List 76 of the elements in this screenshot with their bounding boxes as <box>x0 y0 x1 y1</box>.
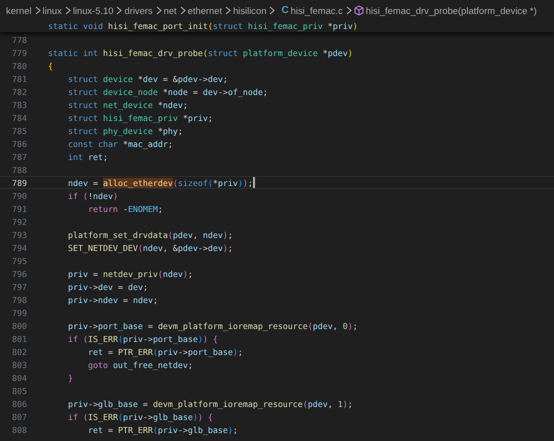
line-number: 797 <box>11 282 27 292</box>
code-line: goto out_free_netdev; <box>86 359 193 370</box>
breadcrumb-item[interactable]: kernel <box>6 4 32 16</box>
line-number: 789 <box>11 178 27 188</box>
chevron-icon <box>34 6 41 14</box>
chevron-icon <box>116 6 122 14</box>
code-line: if (IS_ERR(priv->glb_base)) { <box>66 411 213 422</box>
line-number: 781 <box>11 74 27 84</box>
breadcrumb-item[interactable]: hisi_femac.c <box>290 4 343 16</box>
breadcrumb-item[interactable]: linux-5.10 <box>72 4 114 16</box>
chevron-icon <box>180 6 186 14</box>
code-line: static int hisi_femac_drv_probe(struct platform_device *pdev) <box>48 47 353 58</box>
line-number: 806 <box>11 398 27 408</box>
line-number: 788 <box>11 164 27 174</box>
code-line: { <box>48 60 53 71</box>
breadcrumb-item[interactable]: ethernet <box>188 4 222 16</box>
line-number: 792 <box>11 216 27 226</box>
code-line: } <box>66 372 73 383</box>
breadcrumb-item[interactable]: linux <box>42 4 62 16</box>
code-line: if (!ndev) <box>66 190 118 201</box>
line-number: 793 <box>11 230 27 240</box>
code-line: priv = netdev_priv(ndev); <box>66 268 193 279</box>
line-number: 784 <box>11 112 27 122</box>
line-number: 778 <box>11 34 27 44</box>
code-line: priv->port_base = devm_platform_ioremap_resource(pdev, 0); <box>66 320 358 331</box>
chevron-icon <box>156 6 162 14</box>
code-line: struct hisi_femac_priv *priv; <box>66 112 213 123</box>
code-line: priv->dev = dev; <box>66 281 148 292</box>
code-line: priv->glb_base = devm_platform_ioremap_resource(pdev, 1); <box>66 398 353 409</box>
line-number: 808 <box>11 424 27 434</box>
code-line: struct device *dev = &pdev->dev; <box>66 73 228 84</box>
code-line: priv->ndev = ndev; <box>66 294 158 305</box>
line-number: 780 <box>11 60 27 70</box>
code-line: const char *mac_addr; <box>66 138 173 149</box>
line-number: 799 <box>11 308 27 318</box>
breadcrumb-item[interactable]: hisi_femac_drv_probe(platform_device *) <box>366 4 537 16</box>
chevron-icon <box>269 6 276 14</box>
code-line: SET_NETDEV_DEV(ndev, &pdev->dev); <box>66 242 233 253</box>
line-number: 787 <box>11 152 27 162</box>
code-line: int ret; <box>66 151 108 162</box>
code-line: struct device_node *node = dev->of_node; <box>66 86 268 97</box>
line-number: 803 <box>11 360 27 370</box>
code-line: ret = PTR_ERR(priv->port_base); <box>86 346 243 357</box>
line-number: 802 <box>11 346 27 356</box>
line-number: 782 <box>11 86 27 96</box>
line-number: 791 <box>11 204 27 214</box>
c-file-icon: C <box>281 4 289 16</box>
line-number: 807 <box>11 412 27 422</box>
chevron-icon <box>346 6 352 14</box>
chevron-icon <box>225 6 232 14</box>
line-number: 800 <box>11 320 27 330</box>
line-number: 779 <box>11 48 27 58</box>
line-number: 801 <box>11 334 27 344</box>
cube-icon <box>354 4 364 16</box>
line-number: 794 <box>11 242 27 252</box>
breadcrumb-item[interactable]: hisilicon <box>233 4 266 16</box>
sticky-code-line: static void hisi_femac_port_init(struct hisi_femac_priv *priv) <box>48 20 358 32</box>
code-line: if (IS_ERR(priv->port_base)) { <box>66 333 218 344</box>
line-number: 804 <box>11 372 27 382</box>
line-number: 798 <box>11 294 27 304</box>
breadcrumb-item[interactable]: net <box>164 4 177 16</box>
code-line: struct phy_device *phy; <box>66 125 183 136</box>
line-number: 785 <box>11 126 27 136</box>
code-line: platform_set_drvdata(pdev, ndev); <box>66 229 233 240</box>
code-line: struct net_device *ndev; <box>66 99 188 110</box>
line-number: 786 <box>11 138 27 148</box>
line-number: 805 <box>11 386 27 396</box>
line-number: 796 <box>11 268 27 278</box>
line-number: 783 <box>11 100 27 110</box>
breadcrumb-item[interactable]: drivers <box>124 4 153 16</box>
line-number: 795 <box>11 256 27 266</box>
line-number: 790 <box>11 190 27 200</box>
code-line: return -ENOMEM; <box>86 203 163 214</box>
chevron-icon <box>64 6 71 14</box>
code-line: ret = PTR_ERR(priv->glb_base); <box>86 424 238 435</box>
code-line: ndev = alloc_etherdev(sizeof(*priv)); <box>66 177 253 188</box>
